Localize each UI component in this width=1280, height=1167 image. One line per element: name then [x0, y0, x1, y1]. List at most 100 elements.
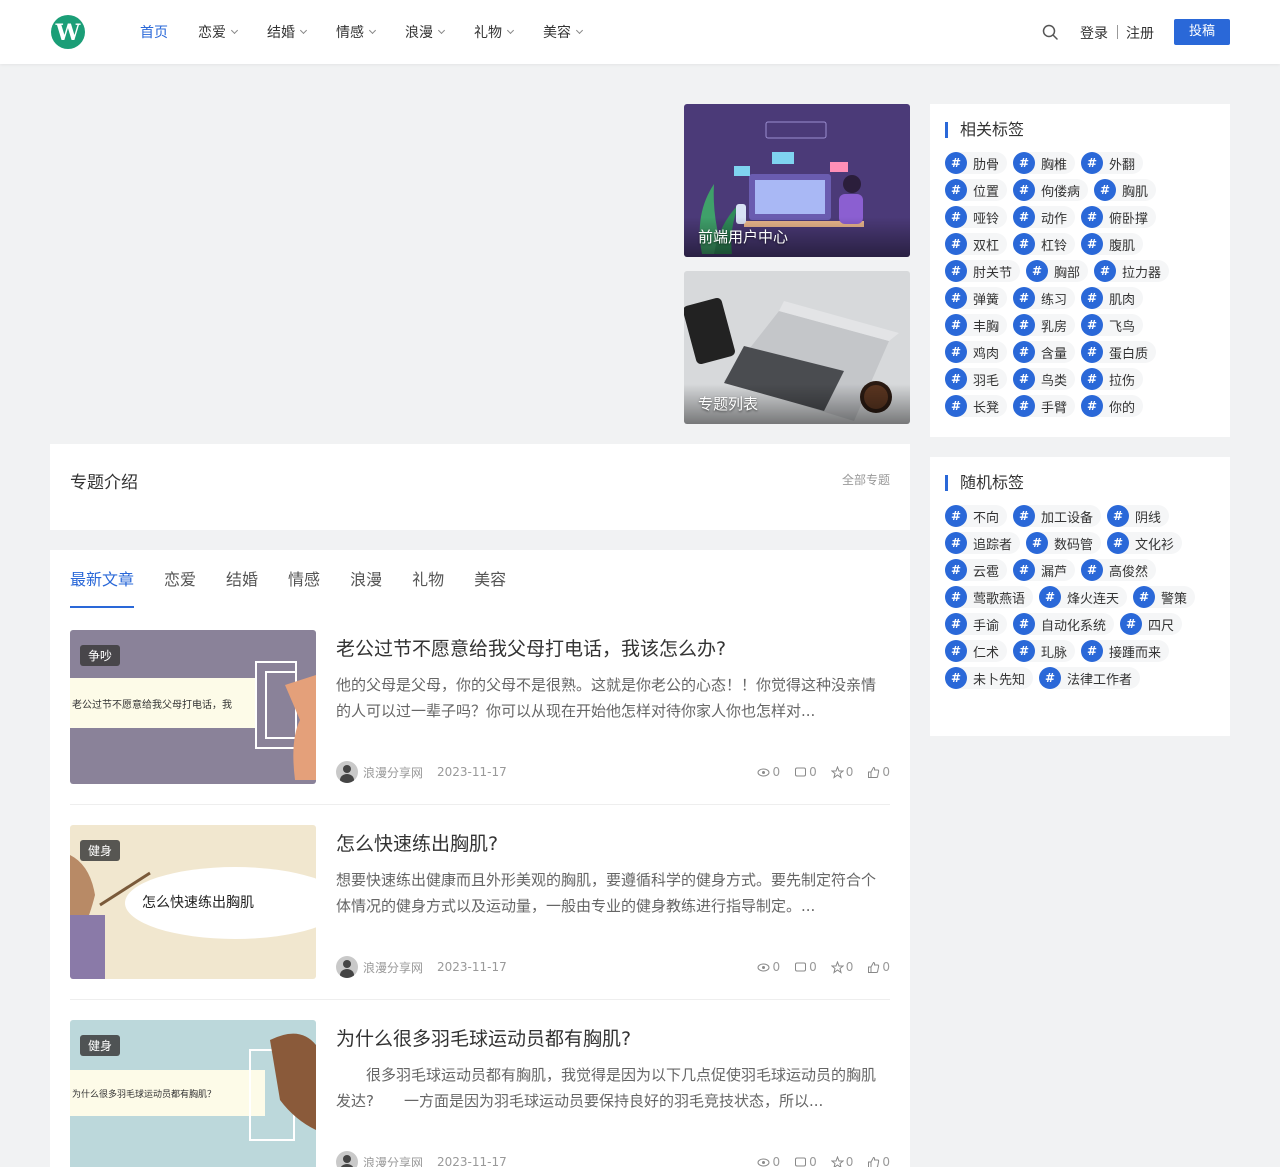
tag-chip[interactable]: # 数码管 [1026, 532, 1102, 554]
tag-chip[interactable]: # 双杠 [945, 233, 1008, 255]
tag-chip[interactable]: # 警策 [1133, 586, 1196, 608]
tag-chip[interactable]: # 肘关节 [945, 260, 1021, 282]
tag-chip[interactable]: # 云雹 [945, 559, 1008, 581]
tag-chip[interactable]: # 玌脉 [1013, 640, 1076, 662]
tag-chip[interactable]: # 羽毛 [945, 368, 1008, 390]
tag-chip[interactable]: # 接踵而来 [1081, 640, 1170, 662]
tag-chip[interactable]: # 肌肉 [1081, 287, 1144, 309]
tag-chip[interactable]: # 仁术 [945, 640, 1008, 662]
post-thumbnail[interactable]: 老公过节不愿意给我父母打电话，我 争吵 [70, 630, 316, 784]
tag-chip[interactable]: # 腹肌 [1081, 233, 1144, 255]
favorites-stat[interactable]: 0 [830, 765, 853, 779]
tag-chip[interactable]: # 文化衫 [1107, 532, 1183, 554]
tag-chip[interactable]: # 动作 [1013, 206, 1076, 228]
likes-stat[interactable]: 0 [867, 960, 890, 974]
nav-item-romance[interactable]: 浪漫 [405, 22, 446, 42]
register-link[interactable]: 注册 [1126, 23, 1154, 43]
feature-card-user-center[interactable]: 前端用户中心 [684, 104, 910, 257]
tag-chip[interactable]: # 拉伤 [1081, 368, 1144, 390]
hero-slider[interactable] [50, 104, 668, 424]
tag-chip[interactable]: # 肋骨 [945, 152, 1008, 174]
hash-icon: # [1013, 314, 1036, 336]
nav-item-marriage[interactable]: 结婚 [267, 22, 308, 42]
tab-emotion[interactable]: 情感 [288, 550, 320, 608]
nav-item-gifts[interactable]: 礼物 [474, 22, 515, 42]
post-thumbnail[interactable]: 怎么快速练出胸肌 健身 [70, 825, 316, 979]
tag-chip[interactable]: # 加工设备 [1013, 505, 1102, 527]
feature-card-topic-list[interactable]: 专题列表 [684, 271, 910, 424]
tag-chip[interactable]: # 含量 [1013, 341, 1076, 363]
tag-label: 数码管 [1054, 537, 1094, 553]
author-name[interactable]: 浪漫分享网 [363, 764, 423, 781]
tab-beauty[interactable]: 美容 [474, 550, 506, 608]
avatar[interactable] [336, 1151, 358, 1167]
tag-label: 乳房 [1041, 319, 1068, 335]
avatar[interactable] [336, 761, 358, 783]
nav-item-emotion[interactable]: 情感 [336, 22, 377, 42]
search-icon[interactable] [1042, 24, 1058, 40]
post-thumbnail[interactable]: 为什么很多羽毛球运动员都有胸肌？ 健身 [70, 1020, 316, 1167]
favorites-stat[interactable]: 0 [830, 960, 853, 974]
tab-romance[interactable]: 浪漫 [350, 550, 382, 608]
main-nav: 首页 恋爱 结婚 情感 浪漫 礼物 美容 [140, 0, 612, 64]
tag-chip[interactable]: # 自动化系统 [1013, 613, 1115, 635]
tag-chip[interactable]: # 俯卧撑 [1081, 206, 1157, 228]
tag-chip[interactable]: # 位置 [945, 179, 1008, 201]
nav-item-beauty[interactable]: 美容 [543, 22, 584, 42]
category-badge[interactable]: 健身 [80, 1035, 121, 1056]
tag-chip[interactable]: # 乳房 [1013, 314, 1076, 336]
w-logo-icon[interactable]: W [50, 14, 86, 50]
tag-chip[interactable]: # 烽火连天 [1039, 586, 1128, 608]
nav-item-home[interactable]: 首页 [140, 22, 168, 42]
tag-chip[interactable]: # 丰胸 [945, 314, 1008, 336]
tag-chip[interactable]: # 鸟类 [1013, 368, 1076, 390]
tag-chip[interactable]: # 四尺 [1120, 613, 1183, 635]
tag-chip[interactable]: # 阴线 [1107, 505, 1170, 527]
tag-chip[interactable]: # 胸部 [1026, 260, 1089, 282]
tag-chip[interactable]: # 飞鸟 [1081, 314, 1144, 336]
tag-chip[interactable]: # 莺歌燕语 [945, 586, 1034, 608]
tag-chip[interactable]: # 鸡肉 [945, 341, 1008, 363]
tag-chip[interactable]: # 拉力器 [1094, 260, 1170, 282]
post-title[interactable]: 为什么很多羽毛球运动员都有胸肌? [336, 1024, 631, 1051]
likes-stat[interactable]: 0 [867, 765, 890, 779]
tag-chip[interactable]: # 弹簧 [945, 287, 1008, 309]
tag-chip[interactable]: # 法律工作者 [1039, 667, 1141, 689]
author-name[interactable]: 浪漫分享网 [363, 1154, 423, 1167]
likes-stat[interactable]: 0 [867, 1155, 890, 1167]
tag-chip[interactable]: # 手谕 [945, 613, 1008, 635]
tag-chip[interactable]: # 杠铃 [1013, 233, 1076, 255]
tag-chip[interactable]: # 手臂 [1013, 395, 1076, 417]
tag-chip[interactable]: # 你的 [1081, 395, 1144, 417]
tag-chip[interactable]: # 外翻 [1081, 152, 1144, 174]
hash-icon: # [945, 532, 967, 554]
tag-chip[interactable]: # 漏芦 [1013, 559, 1076, 581]
post-title[interactable]: 老公过节不愿意给我父母打电话，我该怎么办? [336, 634, 726, 661]
login-link[interactable]: 登录 [1080, 23, 1108, 43]
tag-chip[interactable]: # 长凳 [945, 395, 1008, 417]
category-badge[interactable]: 争吵 [80, 645, 121, 666]
tag-chip[interactable]: # 不向 [945, 505, 1008, 527]
author-name[interactable]: 浪漫分享网 [363, 959, 423, 976]
tab-love[interactable]: 恋爱 [164, 550, 196, 608]
category-badge[interactable]: 健身 [80, 840, 121, 861]
tag-chip[interactable]: # 追踪者 [945, 532, 1021, 554]
tag-chip[interactable]: # 佝偻病 [1013, 179, 1089, 201]
tag-chip[interactable]: # 蛋白质 [1081, 341, 1157, 363]
all-topics-link[interactable]: 全部专题 [842, 471, 890, 488]
tag-chip[interactable]: # 胸肌 [1094, 179, 1157, 201]
tab-latest[interactable]: 最新文章 [70, 550, 135, 608]
tag-chip[interactable]: # 胸椎 [1013, 152, 1076, 174]
tag-chip[interactable]: # 未卜先知 [945, 667, 1034, 689]
post-stats: 0 0 0 0 [743, 765, 890, 779]
tag-chip[interactable]: # 练习 [1013, 287, 1076, 309]
tag-chip[interactable]: # 哑铃 [945, 206, 1008, 228]
tab-marriage[interactable]: 结婚 [226, 550, 258, 608]
post-title[interactable]: 怎么快速练出胸肌? [336, 829, 498, 856]
nav-item-love[interactable]: 恋爱 [198, 22, 239, 42]
favorites-stat[interactable]: 0 [830, 1155, 853, 1167]
tag-chip[interactable]: # 高俊然 [1081, 559, 1157, 581]
avatar[interactable] [336, 956, 358, 978]
submit-post-button[interactable]: 投稿 [1174, 19, 1230, 45]
tab-gifts[interactable]: 礼物 [412, 550, 444, 608]
